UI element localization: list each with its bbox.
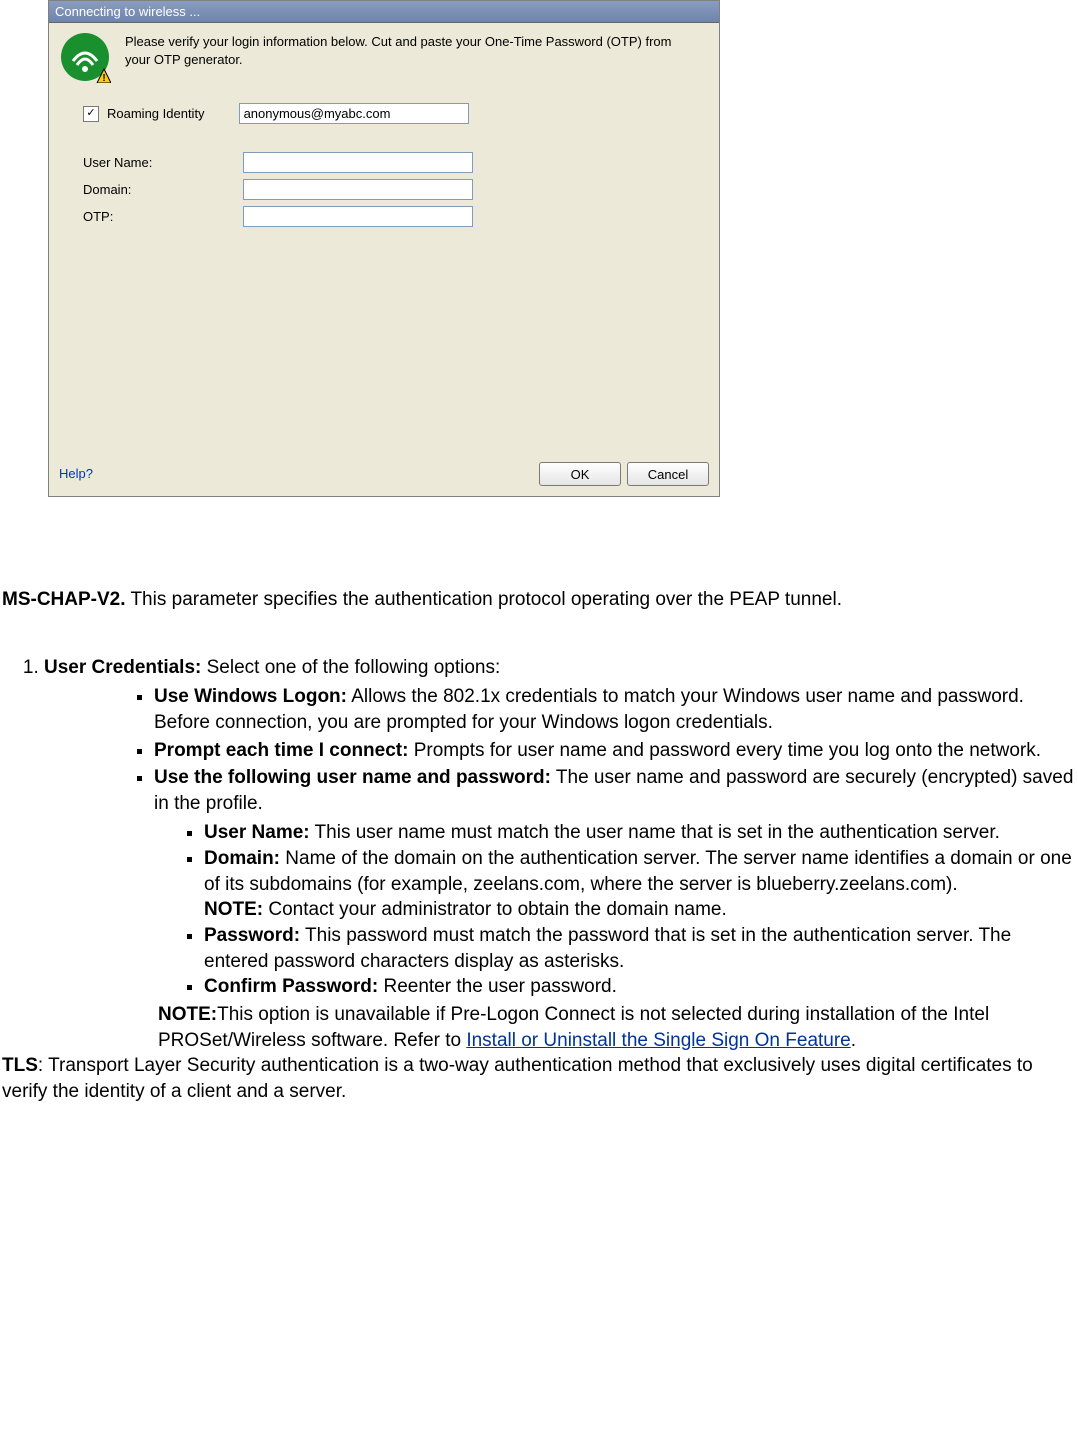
prompt-heading: Prompt each time I connect: <box>154 740 408 761</box>
username-input[interactable] <box>243 152 473 173</box>
cred-username-heading: User Name: <box>204 822 310 843</box>
usercred-heading: User Credentials: <box>44 657 201 678</box>
cred-domain-note-heading: NOTE: <box>204 899 263 920</box>
tls-paragraph: TLS: Transport Layer Security authentica… <box>2 1053 1076 1104</box>
wireless-warning-icon: ! <box>59 31 111 83</box>
documentation-section: MS-CHAP-V2. This parameter specifies the… <box>0 587 1078 1105</box>
option-prompt-each-time: Prompt each time I connect: Prompts for … <box>154 738 1076 764</box>
connecting-dialog: Connecting to wireless ... ! Please veri… <box>48 0 720 497</box>
dialog-title: Connecting to wireless ... <box>55 4 200 19</box>
otp-label: OTP: <box>83 208 243 226</box>
credential-fields-list: User Name: This user name must match the… <box>154 820 1076 999</box>
username-label: User Name: <box>83 154 243 172</box>
tls-heading: TLS <box>2 1055 38 1076</box>
domain-label: Domain: <box>83 181 243 199</box>
dialog-instruction: Please verify your login information bel… <box>125 31 709 68</box>
otp-input[interactable] <box>243 206 473 227</box>
cred-domain: Domain: Name of the domain on the authen… <box>204 846 1076 923</box>
cred-password: Password: This password must match the p… <box>204 923 1076 974</box>
cred-domain-text-a: Name of the domain on the authentication… <box>204 848 1072 895</box>
note-block: NOTE:This option is unavailable if Pre-L… <box>158 1002 1076 1053</box>
mschap-text: This parameter specifies the authenticat… <box>126 589 842 610</box>
list-item-user-credentials: User Credentials: Select one of the foll… <box>44 655 1076 1054</box>
usercred-text: Select one of the following options: <box>201 657 500 678</box>
cred-domain-note-text: Contact your administrator to obtain the… <box>263 899 727 920</box>
tls-text: : Transport Layer Security authenticatio… <box>2 1055 1033 1102</box>
numbered-list: User Credentials: Select one of the foll… <box>2 655 1076 1054</box>
dialog-body: ! Please verify your login information b… <box>49 23 719 496</box>
cred-password-heading: Password: <box>204 925 300 946</box>
svg-text:!: ! <box>102 73 105 83</box>
ok-button[interactable]: OK <box>539 462 621 486</box>
option-use-following: Use the following user name and password… <box>154 765 1076 1000</box>
cred-domain-heading: Domain: <box>204 848 280 869</box>
install-uninstall-link[interactable]: Install or Uninstall the Single Sign On … <box>466 1030 850 1051</box>
usefollowing-heading: Use the following user name and password… <box>154 767 551 788</box>
dialog-titlebar: Connecting to wireless ... <box>49 1 719 23</box>
option-windows-logon: Use Windows Logon: Allows the 802.1x cre… <box>154 684 1076 735</box>
cred-username-text: This user name must match the user name … <box>310 822 1000 843</box>
roaming-identity-checkbox[interactable]: ✓ <box>83 106 99 122</box>
cred-confirm-heading: Confirm Password: <box>204 976 378 997</box>
mschap-heading: MS-CHAP-V2. <box>2 589 126 610</box>
cred-confirm-password: Confirm Password: Reenter the user passw… <box>204 974 1076 1000</box>
win-logon-heading: Use Windows Logon: <box>154 686 347 707</box>
mschap-paragraph: MS-CHAP-V2. This parameter specifies the… <box>2 587 1076 613</box>
options-list: Use Windows Logon: Allows the 802.1x cre… <box>44 684 1076 1000</box>
note2-text-b: . <box>851 1030 856 1051</box>
cred-confirm-text: Reenter the user password. <box>378 976 617 997</box>
roaming-identity-input[interactable] <box>239 103 469 124</box>
cancel-button[interactable]: Cancel <box>627 462 709 486</box>
roaming-identity-label: Roaming Identity <box>107 105 205 123</box>
prompt-text: Prompts for user name and password every… <box>408 740 1041 761</box>
cred-password-text: This password must match the password th… <box>204 925 1011 972</box>
domain-input[interactable] <box>243 179 473 200</box>
cred-username: User Name: This user name must match the… <box>204 820 1076 846</box>
help-link[interactable]: Help? <box>59 465 93 483</box>
note2-heading: NOTE: <box>158 1004 217 1025</box>
